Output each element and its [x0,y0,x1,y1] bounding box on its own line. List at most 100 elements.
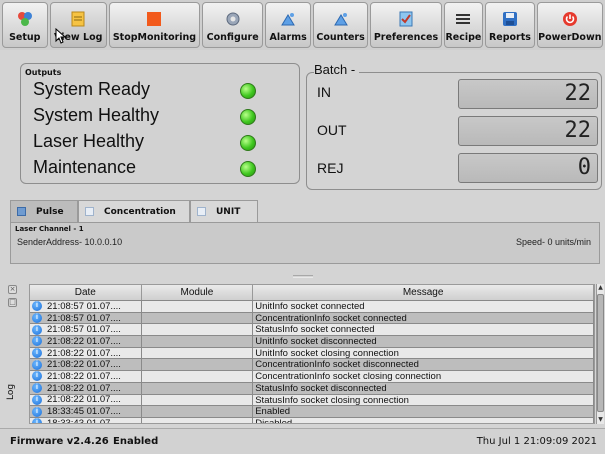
power-down-icon [562,11,578,27]
log-date-text: 21:08:22 01.07.... [47,347,121,359]
splitter-handle[interactable] [293,275,313,278]
setup-button[interactable]: Setup [2,2,48,48]
column-header-module[interactable]: Module [142,285,254,300]
stop-monitoring-button[interactable]: StopMonitoring [108,2,200,48]
scroll-thumb[interactable] [597,294,604,412]
app-window: Setup View Log StopMonitoring Configure … [0,0,605,454]
outputs-panel: Outputs System Ready System Healthy Lase… [20,63,300,184]
tab-concentration[interactable]: Concentration [78,200,190,222]
log-row[interactable]: i 21:08:22 01.07.... ConcentrationInfo soc… [30,371,594,383]
configure-icon [225,11,241,27]
close-log-icon[interactable]: × [8,285,17,294]
log-dock-title: Log [6,383,16,400]
log-row[interactable]: i 18:33:43 01.07.... Disabled [30,417,594,423]
counters-label: Counters [316,32,365,43]
log-table: Date Module Message i 21:08:57 01.07.... U… [29,284,595,424]
column-header-message[interactable]: Message [253,285,594,300]
info-icon: i [32,371,42,382]
log-date-text: 18:33:45 01.07.... [47,406,121,418]
view-log-icon [70,11,86,27]
setup-label: Setup [9,32,41,43]
log-module-cell [141,382,254,395]
log-date-cell: i 21:08:57 01.07.... [30,324,142,337]
log-date-cell: i 21:08:57 01.07.... [30,312,142,325]
log-row[interactable]: i 21:08:22 01.07.... StatusInfo socket dis… [30,382,594,395]
batch-title: Batch - [314,62,360,77]
info-icon: i [32,336,42,347]
log-table-header: Date Module Message [30,285,594,301]
status-led-icon [240,109,256,125]
outputs-title: Outputs [25,68,62,77]
batch-out-label: OUT [317,122,347,138]
laser-channel-panel: Laser Channel - 1 SenderAddress- 10.0.0.… [10,222,600,264]
tab-pulse[interactable]: Pulse [10,200,78,222]
alarms-label: Alarms [269,32,307,43]
log-module-cell [141,336,254,348]
status-led-icon [240,161,256,177]
log-date-cell: i 21:08:22 01.07.... [30,359,142,372]
batch-rej-value: 0 [458,153,598,183]
power-down-button[interactable]: PowerDown [536,2,603,48]
log-row[interactable]: i 21:08:57 01.07.... ConcentrationInfo soc… [30,312,594,325]
firmware-version: Firmware v2.4.26 [10,436,109,447]
channel-title: Laser Channel - 1 [15,225,84,233]
speed-readout: Speed- 0 units/min [515,237,591,247]
tab-label: Concentration [104,206,176,217]
counters-icon [333,11,349,27]
tab-label: Pulse [36,206,64,217]
log-row[interactable]: i 21:08:22 01.07.... ConcentrationInfo soc… [30,359,594,372]
log-module-cell [141,301,254,313]
stop-monitoring-label: StopMonitoring [112,32,197,43]
preferences-label: Preferences [373,32,439,43]
scroll-up-icon[interactable]: ▲ [597,284,604,292]
tab-unit[interactable]: UNIT [190,200,258,222]
log-message-cell: StatusInfo socket connected [253,324,594,337]
channel-tabs: Pulse Concentration UNIT [10,200,258,222]
output-label: System Ready [33,79,151,99]
clock: Thu Jul 1 21:09:09 2021 [476,436,597,447]
log-row[interactable]: i 21:08:22 01.07.... StatusInfo socket clo… [30,394,594,407]
configure-button[interactable]: Configure [201,2,264,48]
log-date-text: 21:08:22 01.07.... [47,371,121,382]
preferences-button[interactable]: Preferences [370,2,442,48]
log-module-cell [141,394,254,407]
log-date-cell: i 21:08:22 01.07.... [30,382,142,395]
info-icon: i [32,383,42,394]
output-row-laser-healthy: Laser Healthy [33,131,293,155]
reports-icon [502,11,518,27]
preferences-icon [398,11,414,27]
stop-monitoring-icon [146,11,162,27]
status-led-icon [240,83,256,99]
scroll-down-icon[interactable]: ▼ [597,416,604,424]
log-date-text: 21:08:57 01.07.... [47,301,121,312]
output-label: Maintenance [33,157,137,177]
log-module-cell [141,324,254,337]
power-down-label: PowerDown [538,32,602,43]
info-icon: i [32,348,42,359]
output-row-system-healthy: System Healthy [33,105,293,129]
counters-button[interactable]: Counters [312,2,369,48]
tab-label: UNIT [216,206,241,217]
log-row[interactable]: i 21:08:57 01.07.... StatusInfo socket con… [30,324,594,337]
log-message-cell: UnitInfo socket connected [253,301,594,313]
log-row[interactable]: i 21:08:22 01.07.... UnitInfo socket disco… [30,336,594,348]
log-row[interactable]: i 21:08:22 01.07.... UnitInfo socket closi… [30,347,594,360]
info-icon: i [32,394,42,405]
log-date-text: 21:08:57 01.07.... [47,312,121,324]
concentration-tab-icon [85,207,94,216]
log-date-cell: i 21:08:22 01.07.... [30,336,142,348]
log-message-cell: StatusInfo socket disconnected [253,382,594,395]
log-row[interactable]: i 21:08:57 01.07.... UnitInfo socket conne… [30,301,594,313]
recipe-button[interactable]: Recipe [443,2,484,48]
alarms-button[interactable]: Alarms [265,2,311,48]
float-log-icon[interactable]: □ [8,298,17,307]
reports-button[interactable]: Reports [485,2,535,48]
log-message-cell: ConcentrationInfo socket closing connect… [253,371,594,383]
log-module-cell [142,417,254,423]
log-row[interactable]: i 18:33:45 01.07.... Enabled [30,406,594,418]
log-scrollbar[interactable]: ▲ ▼ [596,284,604,424]
info-icon: i [32,313,42,324]
column-header-date[interactable]: Date [30,285,142,300]
output-row-maintenance: Maintenance [33,157,293,181]
setup-icon [17,11,33,27]
